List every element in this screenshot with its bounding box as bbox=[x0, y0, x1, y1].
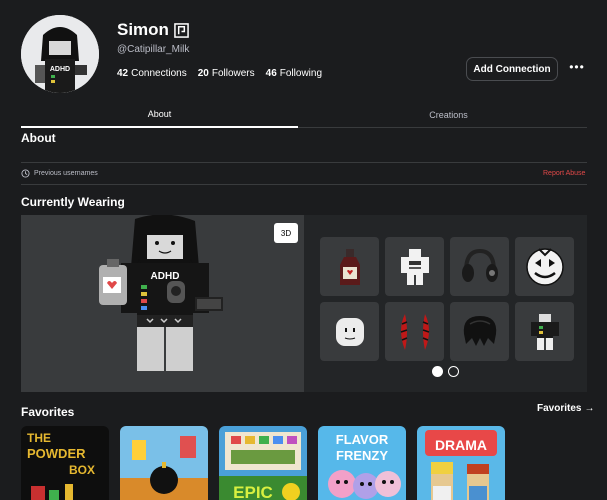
favorites-heading: Favorites bbox=[21, 405, 75, 419]
about-heading: About bbox=[21, 131, 56, 145]
followers-label: Followers bbox=[211, 68, 255, 79]
wearing-items-grid bbox=[320, 237, 574, 361]
username: @Catipillar_Milk bbox=[117, 44, 190, 55]
carousel-pagination bbox=[432, 366, 459, 377]
tab-about[interactable]: About bbox=[21, 101, 298, 128]
game-card[interactable]: THE POWDER BOX bbox=[21, 426, 109, 500]
wearing-item[interactable] bbox=[450, 237, 509, 296]
wearing-item[interactable] bbox=[320, 237, 379, 296]
game-thumbnail bbox=[120, 426, 208, 500]
arrow-right-icon: → bbox=[584, 403, 595, 414]
wearing-item[interactable] bbox=[385, 237, 444, 296]
report-abuse-link[interactable]: Report Abuse bbox=[543, 170, 585, 177]
followers-stat[interactable]: 20 Followers bbox=[198, 68, 255, 79]
profile-tabs: About Creations bbox=[21, 101, 587, 128]
more-options-icon[interactable]: ••• bbox=[568, 60, 586, 78]
wearing-item[interactable] bbox=[515, 302, 574, 361]
favorites-list: THE POWDER BOX EPIC FLAVOR FRENZY DRAMA bbox=[21, 426, 505, 500]
avatar-image: ADHD bbox=[21, 15, 99, 93]
game-card[interactable]: EPIC bbox=[219, 426, 307, 500]
shirt-icon bbox=[400, 248, 429, 285]
avatar-figure: ADHD bbox=[99, 215, 223, 371]
avatar-shirt-text: ADHD bbox=[50, 66, 70, 73]
game-card[interactable]: FLAVOR FRENZY bbox=[318, 426, 406, 500]
avatar-shirt-text: ADHD bbox=[151, 271, 180, 282]
wearing-item[interactable] bbox=[385, 302, 444, 361]
premium-badge-icon bbox=[174, 22, 189, 38]
wearing-item[interactable] bbox=[320, 302, 379, 361]
currently-wearing-panel: ADHD 3D bbox=[21, 215, 587, 392]
game-title-line: POWDER bbox=[27, 446, 86, 461]
game-card[interactable] bbox=[120, 426, 208, 500]
connections-count: 42 bbox=[117, 68, 129, 79]
avatar-outfit-icon bbox=[530, 313, 559, 350]
game-title-line: DRAMA bbox=[435, 437, 487, 453]
following-count: 46 bbox=[265, 68, 277, 79]
clown-face-icon bbox=[525, 247, 564, 286]
display-name-text: Simon bbox=[117, 20, 169, 39]
connections-stat[interactable]: 42 Connections bbox=[117, 68, 187, 79]
profile-avatar[interactable]: ADHD bbox=[21, 15, 99, 93]
red-horns-icon bbox=[400, 313, 429, 350]
wearing-item[interactable] bbox=[515, 237, 574, 296]
following-label: Following bbox=[279, 68, 323, 79]
page-dot[interactable] bbox=[432, 366, 443, 377]
add-connection-button[interactable]: Add Connection bbox=[466, 57, 558, 81]
currently-wearing-heading: Currently Wearing bbox=[21, 195, 125, 209]
page-dot[interactable] bbox=[448, 366, 459, 377]
profile-stats: 42 Connections 20 Followers 46 Following bbox=[117, 68, 322, 79]
game-title-line: FRENZY bbox=[336, 448, 388, 463]
game-title-line: FLAVOR bbox=[336, 432, 389, 447]
favorites-link-label: Favorites bbox=[537, 403, 582, 414]
game-title-line: THE bbox=[27, 431, 51, 445]
game-thumbnail: THE POWDER BOX bbox=[21, 426, 109, 500]
avatar-preview: ADHD 3D bbox=[21, 215, 304, 392]
following-stat[interactable]: 46 Following bbox=[266, 68, 322, 79]
bottle-icon bbox=[339, 248, 360, 285]
wearing-item[interactable] bbox=[450, 302, 509, 361]
game-title-line: BOX bbox=[69, 463, 95, 477]
game-title-line: EPIC bbox=[233, 483, 273, 500]
plain-face-icon bbox=[335, 317, 364, 346]
divider bbox=[21, 184, 587, 185]
tab-creations[interactable]: Creations bbox=[310, 101, 587, 128]
game-thumbnail: DRAMA bbox=[417, 426, 505, 500]
history-icon bbox=[21, 169, 30, 178]
connections-label: Connections bbox=[131, 68, 187, 79]
headphones-icon bbox=[461, 248, 498, 282]
favorites-see-all-link[interactable]: Favorites → bbox=[537, 403, 594, 414]
followers-count: 20 bbox=[197, 68, 209, 79]
game-card[interactable]: DRAMA bbox=[417, 426, 505, 500]
divider bbox=[21, 162, 587, 163]
game-thumbnail: EPIC bbox=[219, 426, 307, 500]
game-thumbnail: FLAVOR FRENZY bbox=[318, 426, 406, 500]
previous-usernames-label: Previous usernames bbox=[34, 170, 98, 177]
previous-usernames[interactable]: Previous usernames bbox=[21, 169, 98, 178]
black-hair-icon bbox=[463, 315, 496, 346]
view-3d-button[interactable]: 3D bbox=[274, 223, 298, 243]
display-name: Simon bbox=[117, 20, 189, 40]
